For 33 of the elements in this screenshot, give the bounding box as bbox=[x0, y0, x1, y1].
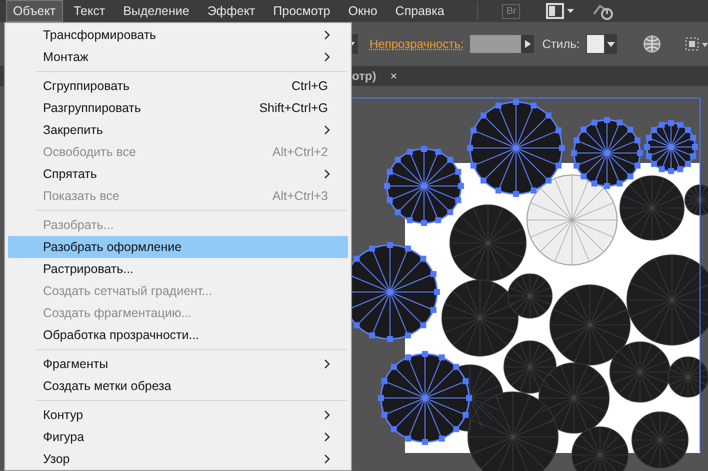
menu-bar-item[interactable]: Объект bbox=[6, 0, 63, 22]
menu-item[interactable]: Фрагменты bbox=[8, 353, 348, 375]
menu-item[interactable]: Фигура bbox=[8, 426, 348, 448]
style-label: Стиль: bbox=[542, 37, 580, 51]
opacity-field[interactable] bbox=[470, 35, 521, 53]
menu-item[interactable]: Разобрать оформление bbox=[8, 236, 348, 258]
sync-icon[interactable] bbox=[592, 2, 614, 20]
globe-icon[interactable] bbox=[643, 35, 661, 53]
menu-bar-item[interactable]: Выделение bbox=[116, 0, 196, 22]
align-icon[interactable] bbox=[682, 35, 708, 53]
menu-item[interactable]: Закрепить bbox=[8, 119, 348, 141]
menu-bar-item[interactable]: Окно bbox=[341, 0, 384, 22]
menu-item[interactable]: Обработка прозрачности... bbox=[8, 324, 348, 346]
menu-item[interactable]: Узор bbox=[8, 448, 348, 470]
menu-item[interactable]: Спрятать bbox=[8, 163, 348, 185]
style-dropdown-button[interactable] bbox=[605, 34, 618, 54]
menu-bar-item[interactable]: Просмотр bbox=[266, 0, 338, 22]
menu-item[interactable]: Растрировать... bbox=[8, 258, 348, 280]
document-tab[interactable]: отр) bbox=[352, 69, 376, 83]
menu-item[interactable]: Контур bbox=[8, 404, 348, 426]
menu-item[interactable]: Монтаж bbox=[8, 46, 348, 68]
menu-item[interactable]: Трансформировать bbox=[8, 24, 348, 46]
opacity-slider-button[interactable] bbox=[520, 35, 534, 53]
menu-item[interactable]: Создать метки обреза bbox=[8, 375, 348, 397]
opacity-label[interactable]: Непрозрачность: bbox=[370, 37, 464, 51]
layout-icon[interactable] bbox=[546, 3, 576, 19]
menu-bar-item[interactable]: Эффект bbox=[200, 0, 262, 22]
style-swatch[interactable] bbox=[586, 34, 606, 54]
menu-bar-item[interactable]: Справка bbox=[388, 0, 452, 22]
menu-item[interactable]: Сгруппировать Ctrl+G bbox=[8, 75, 348, 97]
menu-bar-item[interactable]: Текст bbox=[66, 0, 112, 22]
close-button[interactable]: × bbox=[390, 69, 398, 83]
menu-item[interactable]: Разгруппировать Shift+Ctrl+G bbox=[8, 97, 348, 119]
